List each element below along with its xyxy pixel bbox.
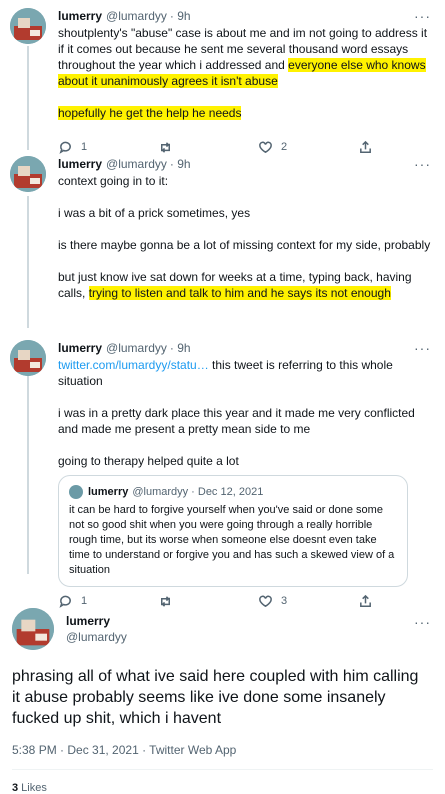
tweet-text: i was a bit of a prick sometimes, yes [58, 206, 251, 220]
tweet[interactable]: lumerry @lumardyy · 9h ··· twitter.com/l… [0, 332, 445, 608]
handle[interactable]: @lumardyy [66, 629, 127, 645]
display-name[interactable]: lumerry [66, 613, 123, 629]
more-icon[interactable]: ··· [414, 614, 431, 630]
quoted-tweet[interactable]: lumerry @lumardyy · Dec 12, 2021 it can … [58, 475, 408, 587]
likes-label: Likes [18, 782, 47, 794]
avatar[interactable] [10, 156, 46, 192]
handle[interactable]: @lumardyy [106, 8, 167, 24]
tweet-text: is there maybe gonna be a lot of missing… [58, 238, 431, 252]
handle[interactable]: @lumardyy [106, 340, 167, 356]
more-icon[interactable]: ··· [414, 340, 431, 356]
main-tweet-text: phrasing all of what ive said here coupl… [12, 668, 419, 727]
divider [12, 769, 433, 770]
tweet[interactable]: lumerry @lumardyy · 9h ··· shoutplenty's… [0, 0, 445, 154]
tweet-time[interactable]: · 9h [170, 156, 191, 172]
quote-date: · Dec 12, 2021 [191, 486, 264, 498]
quote-display-name: lumerry [88, 486, 129, 498]
main-tweet: lumerry @lumardyy ··· phrasing all of wh… [0, 598, 445, 794]
avatar[interactable] [12, 608, 54, 650]
tweet-text: context going in to it: [58, 174, 169, 188]
quote-text: it can be hard to forgive yourself when … [69, 504, 395, 576]
tweet-time[interactable]: · 9h [170, 340, 191, 356]
highlighted-text: trying to listen and talk to him and he … [88, 286, 391, 300]
tweet-text: i was in a pretty dark place this year a… [58, 406, 415, 436]
tweet[interactable]: lumerry @lumardyy · 9h ··· context going… [0, 148, 445, 332]
tweet-text: going to therapy helped quite a lot [58, 454, 239, 468]
tweet-timestamp[interactable]: 5:38 PM · Dec 31, 2021 · Twitter Web App [12, 743, 433, 757]
highlighted-text: hopefully he get the help he needs [58, 106, 242, 120]
likes-link[interactable]: 3 Likes [12, 782, 433, 794]
quote-avatar [69, 485, 83, 499]
display-name[interactable]: lumerry [58, 8, 102, 24]
status-link[interactable]: twitter.com/lumardyy/statu… [58, 358, 209, 372]
quote-handle: @lumardyy [132, 486, 189, 498]
display-name[interactable]: lumerry [58, 156, 102, 172]
tweet-time[interactable]: · 9h [170, 8, 191, 24]
avatar[interactable] [10, 8, 46, 44]
avatar[interactable] [10, 340, 46, 376]
more-icon[interactable]: ··· [414, 8, 431, 24]
more-icon[interactable]: ··· [414, 156, 431, 172]
handle[interactable]: @lumardyy [106, 156, 167, 172]
display-name[interactable]: lumerry [58, 340, 102, 356]
